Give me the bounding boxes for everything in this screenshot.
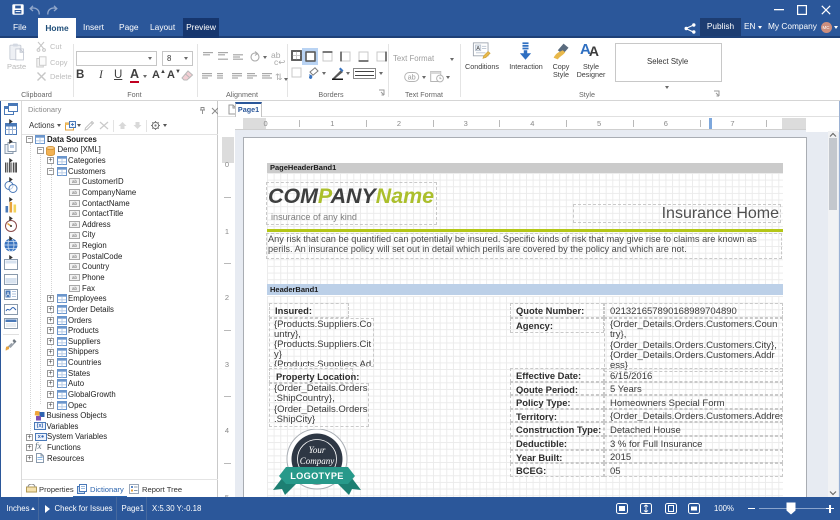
svg-text:A: A	[6, 292, 10, 298]
svg-text:Your: Your	[309, 445, 326, 455]
svg-text:A: A	[476, 46, 480, 52]
svg-text:LOGOTYPE: LOGOTYPE	[290, 471, 343, 481]
svg-text:ab: ab	[408, 75, 416, 82]
svg-text:Company: Company	[300, 456, 335, 466]
